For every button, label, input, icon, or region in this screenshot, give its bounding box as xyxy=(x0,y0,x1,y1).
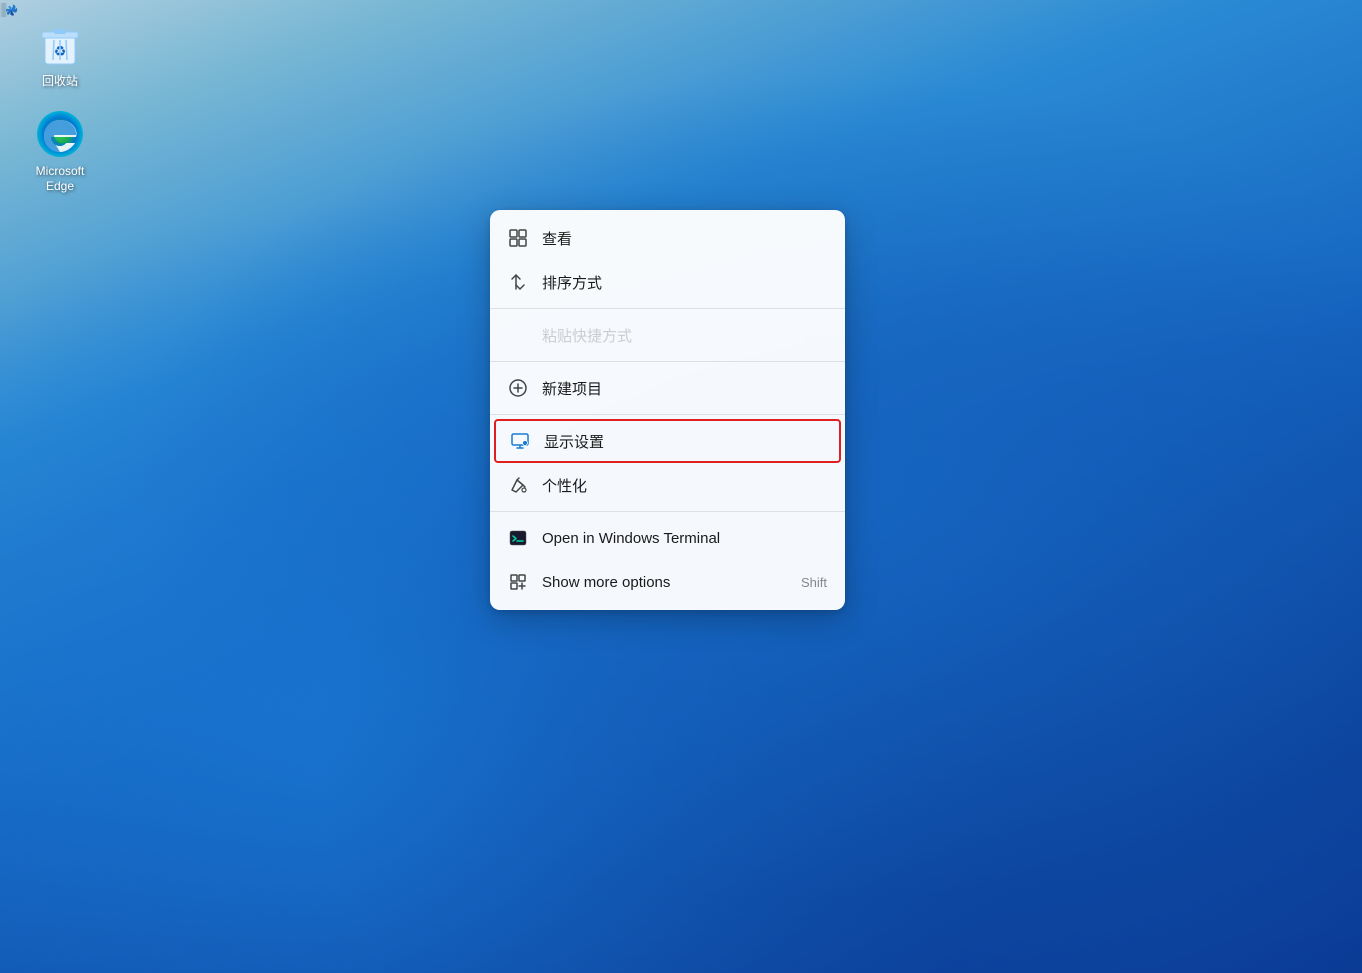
edge-svg xyxy=(36,110,84,158)
recycle-bin-label: 回收站 xyxy=(42,74,78,90)
show-more-shortcut: Shift xyxy=(801,575,827,590)
plus-circle-icon xyxy=(508,378,528,398)
divider-1 xyxy=(490,308,845,309)
expand-icon xyxy=(508,572,528,592)
menu-item-view[interactable]: 查看 xyxy=(490,216,845,260)
menu-display-label: 显示设置 xyxy=(544,431,825,452)
menu-item-terminal[interactable]: Open in Windows Terminal xyxy=(490,516,845,560)
divider-4 xyxy=(490,511,845,512)
menu-item-new[interactable]: 新建项目 xyxy=(490,366,845,410)
divider-2 xyxy=(490,361,845,362)
sort-icon xyxy=(508,272,528,292)
menu-paste-label: 粘贴快捷方式 xyxy=(542,325,827,346)
paste-icon xyxy=(508,325,528,345)
menu-item-paste-shortcut[interactable]: 粘贴快捷方式 xyxy=(490,313,845,357)
menu-item-personalize[interactable]: 个性化 xyxy=(490,463,845,507)
menu-new-label: 新建项目 xyxy=(542,378,827,399)
edge-image xyxy=(36,110,84,158)
microsoft-edge-icon[interactable]: Microsoft Edge xyxy=(20,110,100,195)
recycle-bin-image: ♻ xyxy=(36,20,84,68)
edge-label: Microsoft Edge xyxy=(20,164,100,195)
menu-item-sort[interactable]: 排序方式 xyxy=(490,260,845,304)
display-icon xyxy=(510,431,530,451)
menu-sort-label: 排序方式 xyxy=(542,272,827,293)
menu-personalize-label: 个性化 xyxy=(542,475,827,496)
context-menu: 查看 排序方式 粘贴快捷方式 新建项目 xyxy=(490,210,845,610)
menu-more-label: Show more options xyxy=(542,574,787,591)
menu-terminal-label: Open in Windows Terminal xyxy=(542,530,827,547)
divider-3 xyxy=(490,414,845,415)
recycle-bin-svg: ♻ xyxy=(38,20,82,68)
menu-item-more-options[interactable]: Show more options Shift xyxy=(490,560,845,604)
terminal-icon xyxy=(508,528,528,548)
recycle-bin-icon[interactable]: ♻ 回收站 xyxy=(20,20,100,90)
menu-view-label: 查看 xyxy=(542,228,827,249)
menu-item-display[interactable]: 显示设置 xyxy=(494,419,841,463)
paint-icon xyxy=(508,475,528,495)
desktop-icons-area: ♻ 回收站 xyxy=(20,20,100,195)
grid-icon xyxy=(508,228,528,248)
